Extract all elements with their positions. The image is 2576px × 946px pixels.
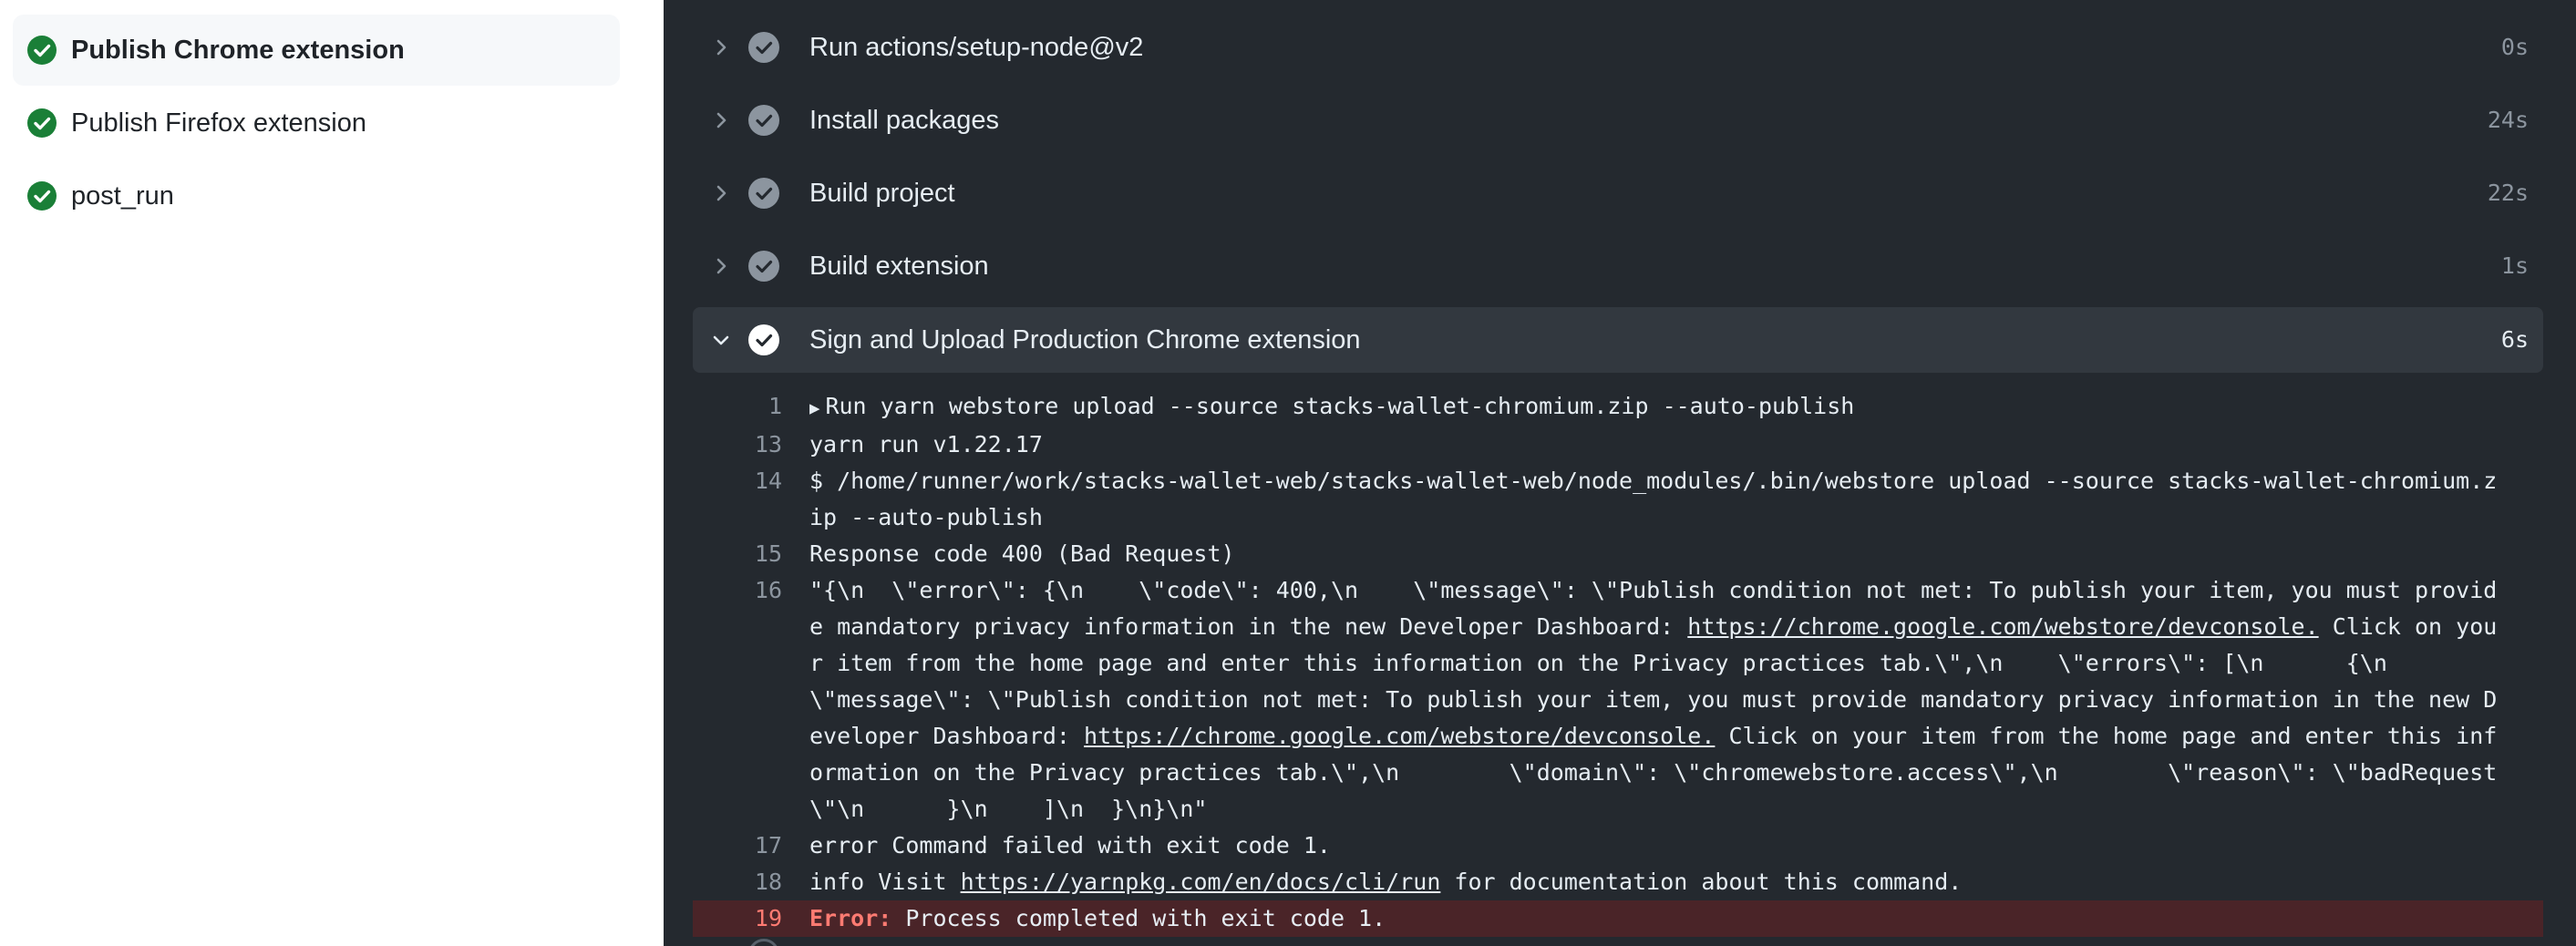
step-sign-and-upload[interactable]: Sign and Upload Production Chrome extens… bbox=[693, 307, 2543, 373]
devconsole-link[interactable]: https://chrome.google.com/webstore/devco… bbox=[1084, 723, 1715, 749]
log-text-part: Process completed with exit code 1. bbox=[891, 905, 1386, 931]
chevron-right-icon bbox=[716, 258, 726, 274]
job-label: post_run bbox=[71, 181, 174, 211]
error-label: Error: bbox=[809, 905, 892, 931]
step-name: Run actions/setup-node@v2 bbox=[809, 33, 1144, 62]
job-label: Publish Chrome extension bbox=[71, 36, 405, 65]
log-text-part: for documentation about this command. bbox=[1440, 869, 1963, 895]
line-number[interactable]: 15 bbox=[693, 536, 809, 572]
log-line[interactable]: 16 "{\n \"error\": {\n \"code\": 400,\n … bbox=[693, 572, 2543, 828]
log-text: Run yarn webstore upload --source stacks… bbox=[825, 393, 1855, 419]
log-text: "{\n \"error\": {\n \"code\": 400,\n \"m… bbox=[809, 572, 2507, 828]
log-text: Response code 400 (Bad Request) bbox=[809, 540, 1235, 567]
job-publish-firefox-extension[interactable]: Publish Firefox extension bbox=[13, 87, 620, 159]
chevron-right-icon bbox=[716, 39, 726, 56]
next-step-status-icon bbox=[748, 939, 779, 946]
success-check-icon bbox=[27, 108, 57, 138]
step-name: Sign and Upload Production Chrome extens… bbox=[809, 325, 1361, 355]
job-post-run[interactable]: post_run bbox=[13, 160, 620, 231]
step-success-icon bbox=[748, 32, 779, 63]
step-duration: 24s bbox=[2487, 107, 2529, 133]
line-number[interactable]: 14 bbox=[693, 463, 809, 499]
log-line[interactable]: 14 $ /home/runner/work/stacks-wallet-web… bbox=[693, 463, 2543, 536]
log-line-error[interactable]: 19 Error: Process completed with exit co… bbox=[693, 900, 2543, 937]
step-build-project[interactable]: Build project 22s bbox=[693, 160, 2543, 226]
chevron-right-icon bbox=[716, 185, 726, 201]
step-duration: 1s bbox=[2500, 252, 2529, 279]
log-text-part: info Visit bbox=[809, 869, 961, 895]
log-text: info Visit https://yarnpkg.com/en/docs/c… bbox=[809, 864, 2507, 900]
log-line[interactable]: 18 info Visit https://yarnpkg.com/en/doc… bbox=[693, 864, 2543, 900]
line-number[interactable]: 17 bbox=[693, 828, 809, 864]
step-name: Install packages bbox=[809, 106, 999, 135]
log-line[interactable]: 17 error Command failed with exit code 1… bbox=[693, 828, 2543, 864]
step-setup-node[interactable]: Run actions/setup-node@v2 0s bbox=[693, 15, 2543, 80]
expand-triangle-icon[interactable]: ▶ bbox=[809, 398, 819, 418]
devconsole-link[interactable]: https://chrome.google.com/webstore/devco… bbox=[1687, 613, 2318, 640]
log-text: $ /home/runner/work/stacks-wallet-web/st… bbox=[809, 468, 2498, 530]
line-number[interactable]: 18 bbox=[693, 864, 809, 900]
log-text: yarn run v1.22.17 bbox=[809, 431, 1043, 458]
log-line[interactable]: 15 Response code 400 (Bad Request) bbox=[693, 536, 2543, 572]
log-line[interactable]: 13 yarn run v1.22.17 bbox=[693, 427, 2543, 463]
job-publish-chrome-extension[interactable]: Publish Chrome extension bbox=[13, 15, 620, 86]
step-duration: 0s bbox=[2500, 34, 2529, 60]
line-number[interactable]: 19 bbox=[693, 900, 809, 937]
step-log: 1 ▶ Run yarn webstore upload --source sta… bbox=[693, 388, 2543, 937]
yarn-docs-link[interactable]: https://yarnpkg.com/en/docs/cli/run bbox=[961, 869, 1441, 895]
step-success-icon bbox=[748, 105, 779, 136]
line-number[interactable]: 16 bbox=[693, 572, 809, 609]
step-duration: 6s bbox=[2500, 326, 2529, 353]
step-install-packages[interactable]: Install packages 24s bbox=[693, 87, 2543, 153]
success-check-icon bbox=[27, 36, 57, 65]
log-text: error Command failed with exit code 1. bbox=[809, 832, 1331, 859]
step-name: Build extension bbox=[809, 252, 989, 281]
line-number[interactable]: 1 bbox=[693, 388, 809, 425]
step-success-icon bbox=[748, 324, 779, 355]
chevron-down-icon bbox=[713, 335, 729, 345]
step-build-extension[interactable]: Build extension 1s bbox=[693, 233, 2543, 299]
step-duration: 22s bbox=[2487, 180, 2529, 206]
log-line[interactable]: 1 ▶ Run yarn webstore upload --source sta… bbox=[693, 388, 2543, 427]
log-text: Error: Process completed with exit code … bbox=[809, 900, 2507, 937]
job-log-panel: Run actions/setup-node@v2 0s Install pac… bbox=[664, 0, 2576, 946]
jobs-sidebar: Publish Chrome extension Publish Firefox… bbox=[0, 0, 664, 946]
job-label: Publish Firefox extension bbox=[71, 108, 366, 138]
step-name: Build project bbox=[809, 179, 955, 208]
success-check-icon bbox=[27, 181, 57, 211]
chevron-right-icon bbox=[716, 112, 726, 129]
line-number[interactable]: 13 bbox=[693, 427, 809, 463]
step-success-icon bbox=[748, 251, 779, 282]
step-success-icon bbox=[748, 178, 779, 209]
